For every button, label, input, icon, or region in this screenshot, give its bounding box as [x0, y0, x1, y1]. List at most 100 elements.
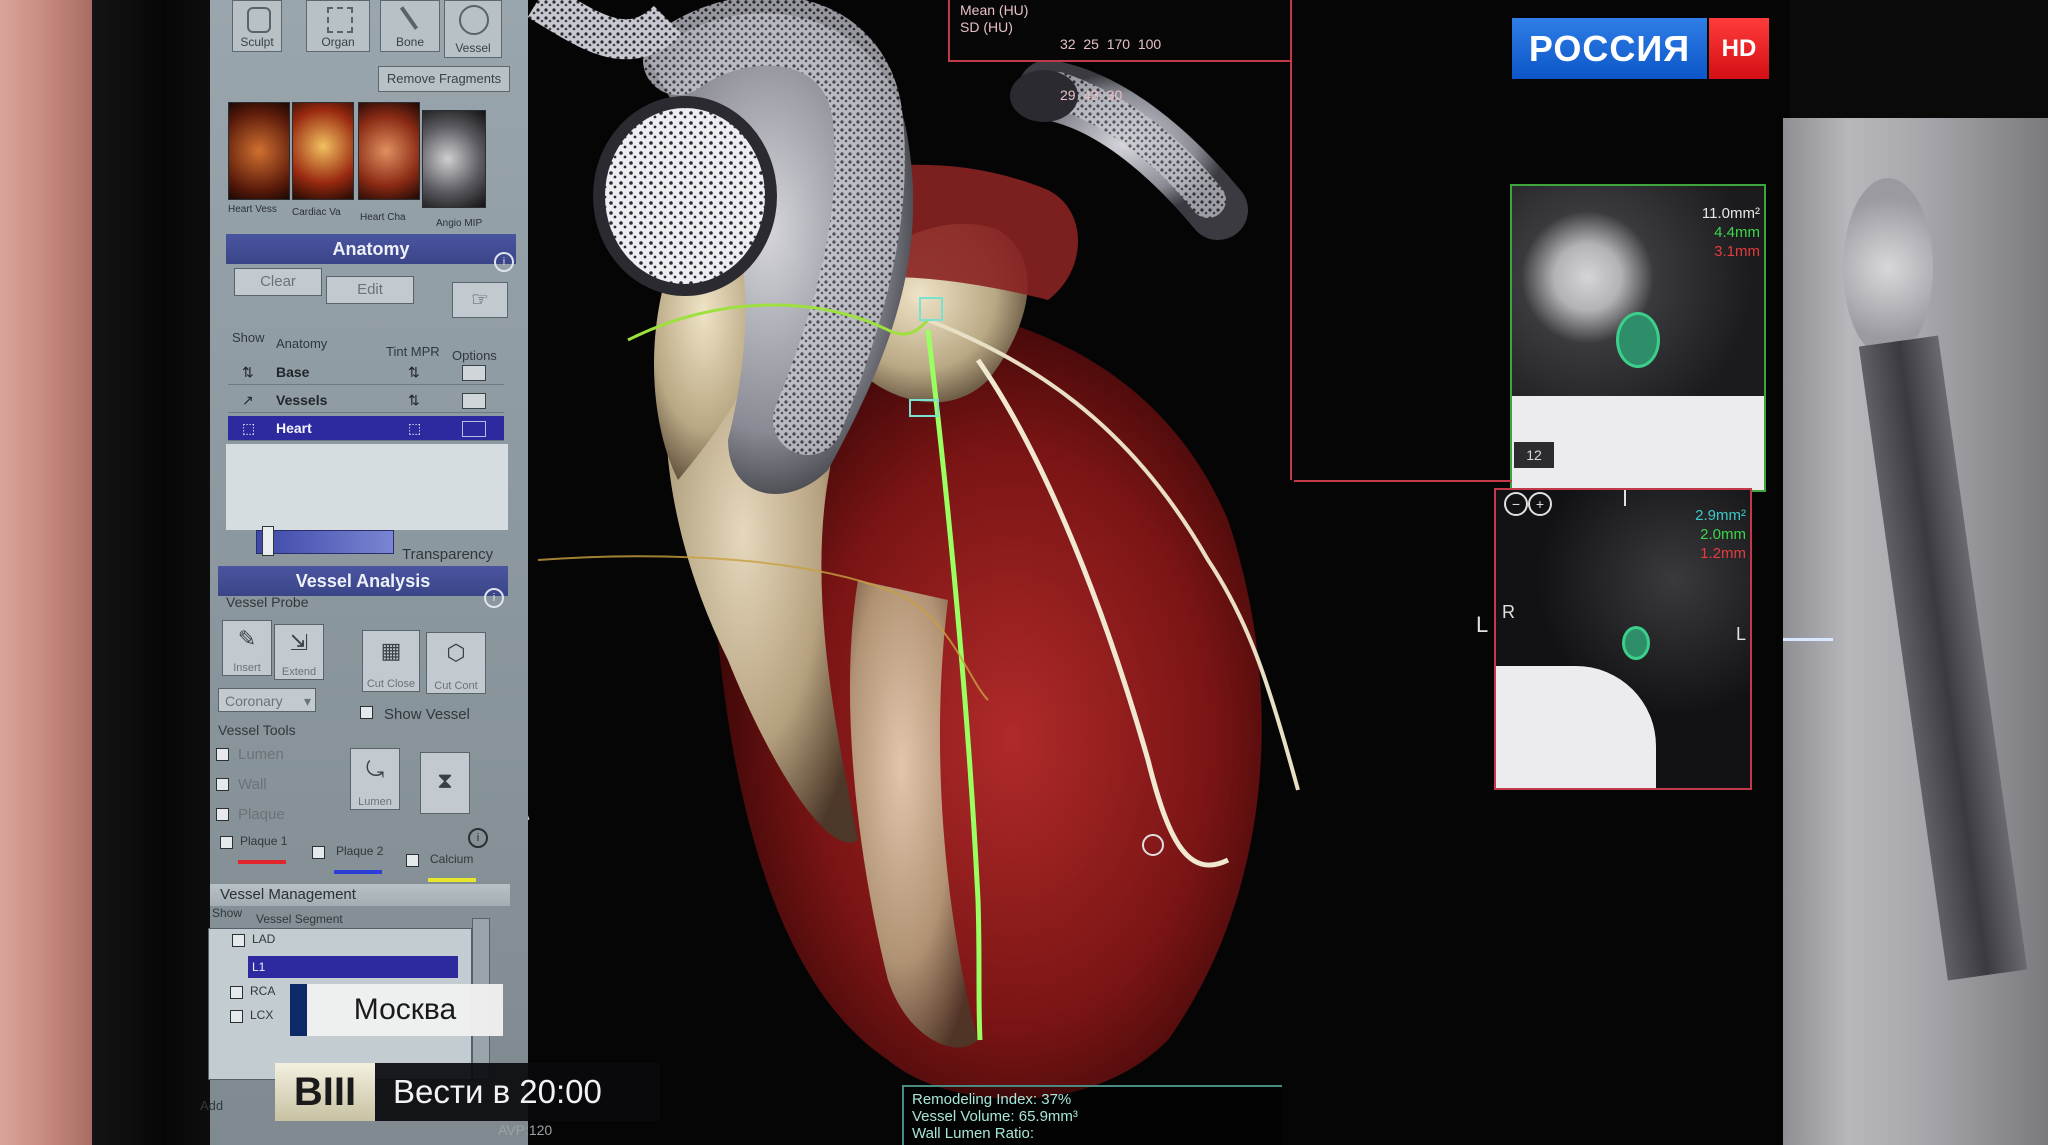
pointer-tool-button[interactable]: ☞: [452, 282, 508, 318]
stat-label-sd: SD (HU): [960, 19, 1013, 35]
organ-button[interactable]: Organ: [306, 0, 370, 52]
vessel-item-rca[interactable]: RCA: [250, 984, 275, 998]
plaque2-color-bar: [334, 870, 382, 874]
vessel-management-header[interactable]: Vessel Management: [210, 884, 510, 906]
transparency-slider[interactable]: [256, 530, 394, 554]
ct-vessel-band: [1858, 335, 2028, 981]
sculpt-icon: [247, 7, 271, 33]
hourglass-icon: ⧗: [437, 768, 453, 793]
plaque1-color-bar: [238, 860, 286, 864]
tint-icon[interactable]: ⇅: [408, 360, 420, 384]
mpr-view-top[interactable]: 11.0mm² 4.4mm 3.1mm 12: [1510, 184, 1766, 492]
extend-probe-button[interactable]: ⇲ Extend: [274, 624, 324, 680]
anatomy-section-header[interactable]: Anatomy: [226, 234, 516, 264]
channel-logo: РОССИЯ HD: [1512, 18, 1769, 79]
vessel-item-lcx[interactable]: LCX: [250, 1008, 273, 1022]
plaque1-checkbox[interactable]: [220, 836, 233, 849]
location-accent: [290, 984, 307, 1036]
vessel-cross-section: [1622, 626, 1650, 660]
location-caption: Москва: [307, 984, 503, 1036]
cut-cont-button[interactable]: ⬡ Cut Cont: [426, 632, 486, 694]
mpr-view-bottom[interactable]: − + 2.9mm² 2.0mm 1.2mm R L: [1494, 488, 1752, 790]
show-vessel-checkbox[interactable]: [360, 706, 373, 719]
remove-fragments-button[interactable]: Remove Fragments: [378, 66, 510, 92]
vessel-type-dropdown[interactable]: Coronary ▾: [218, 688, 316, 712]
tint-icon[interactable]: ⬚: [408, 416, 421, 440]
show-icon[interactable]: ↗: [242, 388, 254, 412]
monitor-bezel: [92, 0, 210, 1145]
stats-panel: Mean (HU) SD (HU) 32 25 170 100 29 43 30: [948, 0, 1292, 103]
lumen-checkbox[interactable]: [216, 748, 229, 761]
edit-button[interactable]: Edit: [326, 276, 414, 304]
cut-close-label: Cut Close: [366, 678, 416, 690]
tint-icon[interactable]: ⇅: [408, 388, 420, 412]
organ-icon: [327, 7, 353, 33]
vessel-analysis-title: Vessel Analysis: [295, 571, 431, 591]
vessel-item-l1[interactable]: L1: [248, 956, 458, 978]
lumen-tool-button[interactable]: ⤿ Lumen: [350, 748, 400, 810]
transparency-slider-handle[interactable]: [262, 526, 274, 556]
tick-marker: [1624, 490, 1626, 506]
anatomy-row[interactable]: ⇅ Base ⇅: [228, 360, 504, 385]
options-button[interactable]: [462, 421, 486, 437]
mpr-link-line: [1294, 480, 1512, 482]
program-title: Вести в 20:00: [375, 1063, 660, 1121]
hourglass-tool-button[interactable]: ⧗: [420, 752, 470, 814]
extend-label: Extend: [281, 666, 317, 678]
hd-badge: HD: [1709, 18, 1769, 79]
rca-checkbox[interactable]: [230, 986, 243, 999]
info-icon[interactable]: i: [484, 588, 504, 608]
organ-label: Organ: [321, 35, 355, 49]
vessel-button[interactable]: Vessel: [444, 0, 502, 58]
ct-marker-line: [1783, 638, 1833, 641]
remodeling-index: Remodeling Index: 37%: [912, 1091, 1072, 1108]
stats-row-labels: Mean (HU) SD (HU): [960, 2, 1028, 36]
protocol-thumbnail[interactable]: [422, 110, 486, 208]
vessel-item-lad[interactable]: LAD: [252, 932, 275, 946]
wall-checkbox[interactable]: [216, 778, 229, 791]
options-button[interactable]: [462, 393, 486, 409]
channel-name: РОССИЯ: [1512, 18, 1707, 79]
anatomy-row-selected[interactable]: ⬚ Heart ⬚: [228, 416, 504, 441]
show-icon[interactable]: ⇅: [242, 360, 254, 384]
anatomy-list-empty: [226, 444, 508, 530]
background-wall: [0, 0, 92, 1145]
protocol-thumbnail[interactable]: [292, 102, 354, 200]
lcx-checkbox[interactable]: [230, 1010, 243, 1023]
sculpt-button[interactable]: Sculpt: [232, 0, 282, 52]
column-header-vessel-segment: Vessel Segment: [256, 912, 343, 926]
anatomy-row-label: Base: [276, 364, 310, 380]
lad-checkbox[interactable]: [232, 934, 245, 947]
zoom-out-icon[interactable]: −: [1504, 492, 1528, 516]
column-header-show: Show: [212, 906, 243, 920]
plaque-checkbox[interactable]: [216, 808, 229, 821]
options-button[interactable]: [462, 365, 486, 381]
ct-curved-mpr-view[interactable]: [1783, 118, 2048, 1145]
orientation-label-l: L: [1476, 612, 1489, 637]
insert-probe-button[interactable]: ✎ Insert: [222, 620, 272, 676]
cut-close-button[interactable]: ▦ Cut Close: [362, 630, 420, 692]
info-icon[interactable]: i: [468, 828, 488, 848]
calcium-checkbox[interactable]: [406, 854, 419, 867]
lumen-tool-label: Lumen: [358, 796, 392, 808]
zoom-in-icon[interactable]: +: [1528, 492, 1552, 516]
vessel-analysis-header[interactable]: Vessel Analysis: [218, 566, 508, 596]
add-vessel-button[interactable]: Add: [200, 1098, 223, 1113]
bone-button[interactable]: Bone: [380, 0, 440, 52]
measure-diameter-min: 1.2mm: [1700, 545, 1746, 562]
protocol-thumbnail[interactable]: [358, 102, 420, 200]
anatomy-row[interactable]: ↗ Vessels ⇅: [228, 388, 504, 413]
anatomy-row-label: Vessels: [276, 392, 328, 408]
lumen-tool-icon: ⤿: [365, 757, 385, 782]
clear-button[interactable]: Clear: [234, 268, 322, 296]
protocol-thumbnail[interactable]: [228, 102, 290, 200]
show-icon[interactable]: ⬚: [242, 416, 255, 440]
measure-diameter-max: 2.0mm: [1700, 526, 1746, 543]
vessel-probe-label: Vessel Probe: [226, 594, 309, 610]
vessel-tools-label: Vessel Tools: [218, 722, 296, 738]
info-icon[interactable]: i: [494, 252, 514, 272]
thumbnail-caption: Cardiac Va: [292, 207, 341, 218]
plaque2-checkbox[interactable]: [312, 846, 325, 859]
column-header-tint-mpr: Tint MPR: [386, 344, 440, 359]
measure-area: 2.9mm²: [1695, 507, 1746, 524]
